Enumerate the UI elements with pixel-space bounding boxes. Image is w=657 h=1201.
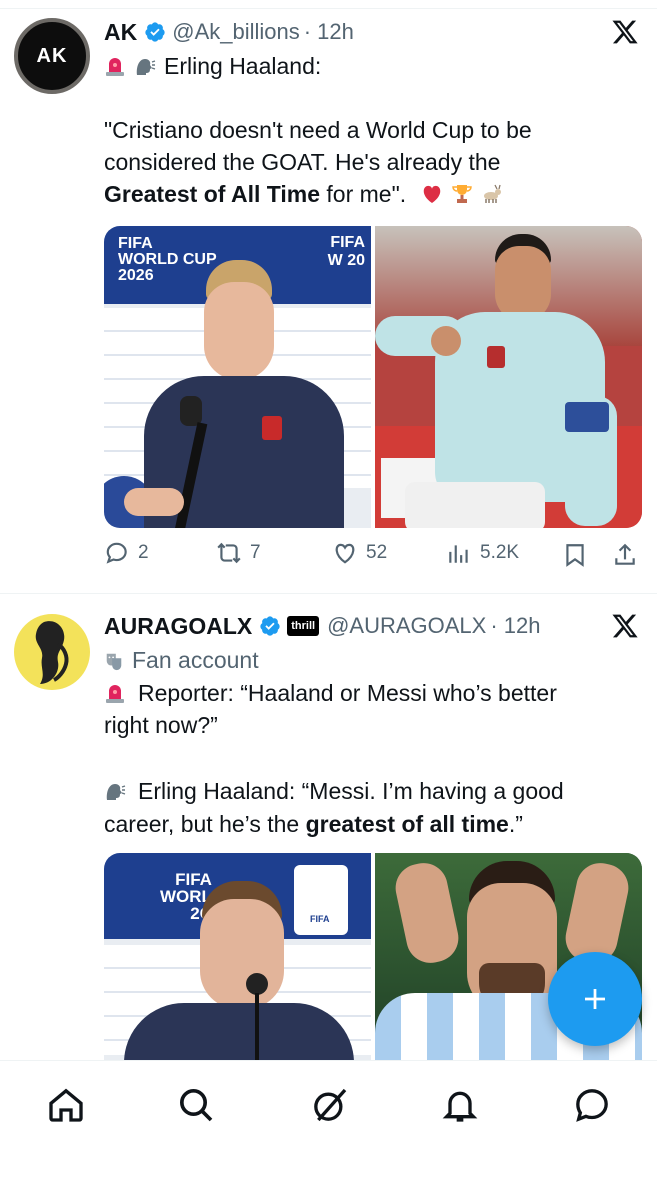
timestamp[interactable]: · 12h	[490, 613, 540, 639]
siren-icon	[106, 58, 124, 76]
account-label-line: Fan account	[104, 644, 259, 676]
media-image-haaland-press[interactable]: FIFAWORL2C FIFA	[104, 853, 371, 1060]
speaking-head-icon	[136, 59, 156, 75]
affiliate-badge[interactable]: thrill	[287, 616, 320, 636]
tweet-text-line: considered the GOAT. He's already the	[104, 149, 501, 175]
speaking-head-icon	[106, 784, 126, 800]
red-heart-icon	[423, 185, 440, 203]
tweet-text: Erling Haaland: “Messi. I’m having a goo…	[138, 778, 564, 804]
tweet-media[interactable]: FIFA WORLD CUP 2026 FIFA W 20	[104, 226, 642, 528]
tweet-bold-text: Greatest of All Time	[104, 181, 321, 207]
siren-icon	[106, 685, 124, 703]
views-icon	[449, 545, 468, 563]
verified-icon	[260, 616, 280, 636]
share-icon[interactable]	[612, 542, 638, 568]
trophy-icon	[451, 185, 472, 203]
tweet-text: career, but he’s the	[104, 811, 306, 837]
grok-icon[interactable]	[310, 1085, 350, 1125]
repost-button[interactable]: 7	[216, 540, 261, 566]
display-name[interactable]: AURAGOALX	[104, 613, 252, 640]
handle[interactable]: @AURAGOALX	[327, 613, 486, 639]
display-name[interactable]: AK	[104, 19, 137, 46]
views-button[interactable]: 5.2K	[446, 540, 519, 566]
home-icon[interactable]	[46, 1085, 86, 1125]
tweet-text: .”	[508, 811, 523, 837]
timestamp[interactable]: · 12h	[304, 19, 354, 45]
media-image-haaland[interactable]: FIFA WORLD CUP 2026 FIFA W 20	[104, 226, 371, 528]
image-text: FIFA	[310, 914, 330, 924]
avatar[interactable]	[14, 614, 90, 690]
tweet-text-line: right now?”	[104, 712, 218, 738]
repost-icon	[217, 542, 241, 564]
search-icon[interactable]	[176, 1085, 216, 1125]
reply-count: 2	[138, 542, 149, 563]
tweet-header: AK @Ak_billions · 12h	[104, 16, 354, 48]
avatar[interactable]: AK	[14, 18, 90, 94]
media-image-ronaldo[interactable]	[375, 226, 642, 528]
image-text: FIFA WORLD CUP 2026	[118, 235, 217, 284]
like-button[interactable]: 52	[332, 540, 387, 566]
avatar-initials: AK	[36, 44, 68, 67]
account-label[interactable]: Fan account	[132, 647, 259, 673]
image-text: FIFA W 20	[327, 234, 365, 269]
tweet-text: Erling Haaland:	[164, 53, 322, 79]
tweet-text-line: Erling Haaland:	[104, 50, 321, 82]
handle[interactable]: @Ak_billions	[172, 19, 300, 45]
like-count: 52	[366, 542, 388, 563]
reply-button[interactable]: 2	[104, 540, 149, 566]
tweet-text-line: "Cristiano doesn't need a World Cup to b…	[104, 117, 532, 143]
tweet-header: AURAGOALX thrill @AURAGOALX · 12h	[104, 610, 541, 642]
tweet-text-line: Greatest of All Time for me".	[104, 178, 511, 210]
compose-icon	[585, 989, 605, 1009]
tweet-text-line: Erling Haaland: “Messi. I’m having a goo…	[104, 775, 564, 807]
messages-icon[interactable]	[572, 1085, 612, 1125]
compose-button[interactable]	[548, 952, 642, 1046]
tweet-actions: 2 7 52 5.2K	[104, 540, 640, 574]
x-logo-icon	[612, 20, 638, 44]
avatar-silhouette	[35, 621, 69, 684]
tweet-text: for me".	[320, 181, 407, 207]
like-icon	[335, 543, 355, 564]
tweet-text-line: career, but he’s the greatest of all tim…	[104, 808, 523, 840]
notifications-icon[interactable]	[440, 1085, 480, 1125]
tweet-text: Reporter: “Haaland or Messi who’s better	[138, 680, 557, 706]
repost-count: 7	[250, 542, 261, 563]
x-logo-icon	[612, 614, 638, 638]
top-edge	[0, 0, 657, 9]
goat-icon	[483, 184, 501, 203]
bottom-navigation	[0, 1060, 657, 1201]
bookmark-icon[interactable]	[562, 542, 588, 568]
verified-icon	[145, 22, 165, 42]
views-count: 5.2K	[480, 542, 520, 563]
tweet-divider	[0, 593, 657, 594]
theater-masks-icon	[106, 653, 122, 671]
reply-icon	[106, 542, 127, 564]
tweet-text-line: Reporter: “Haaland or Messi who’s better	[104, 677, 557, 709]
tweet-bold-text: greatest of all time	[305, 811, 509, 837]
